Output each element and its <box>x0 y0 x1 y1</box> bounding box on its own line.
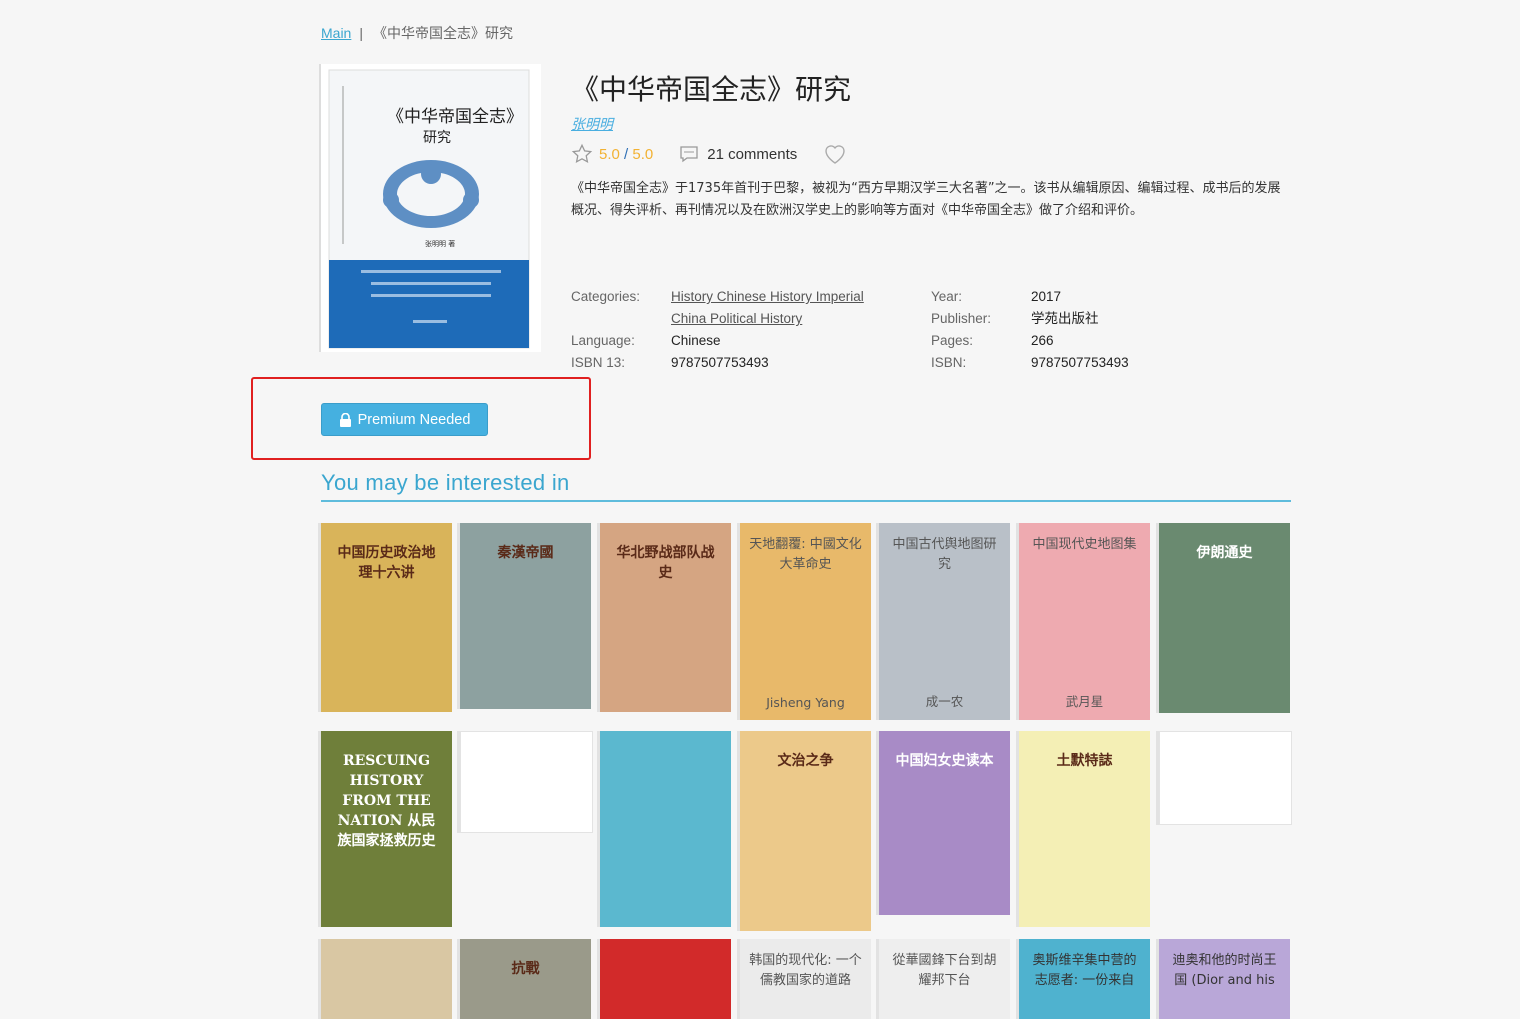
details-right: Year: 2017 Publisher: 学苑出版社 Pages: 266 I… <box>931 286 1129 374</box>
category-link-2[interactable]: China Political History <box>671 308 864 330</box>
category-link-1[interactable]: History Chinese History Imperial <box>671 286 864 308</box>
premium-needed-label: Premium Needed <box>357 411 471 428</box>
recommended-book-cover-text: 中国历史政治地理十六讲 <box>337 545 436 581</box>
recommended-book[interactable]: 中国妇女史读本 <box>879 731 1010 915</box>
book-cover[interactable]: 《中华帝国全志》 研究 张明明 著 <box>321 64 541 352</box>
book-title: 《中华帝国全志》研究 <box>571 73 852 106</box>
recommended-book[interactable]: 從華國鋒下台到胡耀邦下台 <box>879 939 1010 1019</box>
comments-count: 21 comments <box>707 145 798 163</box>
recommended-book-cover-text: 土默特誌 <box>1056 753 1113 769</box>
isbn13-value: 9787507753493 <box>671 355 769 370</box>
premium-needed-button[interactable]: Premium Needed <box>321 403 488 436</box>
categories-label: Categories: <box>571 289 641 304</box>
recommended-book[interactable] <box>600 939 731 1019</box>
svg-text:研究: 研究 <box>423 130 451 146</box>
recommended-book-author: 成一农 <box>925 694 964 709</box>
book-cover-art: 《中华帝国全志》 研究 张明明 著 <box>321 64 541 352</box>
recommended-book[interactable]: 秦漢帝國 <box>460 523 591 709</box>
interest-divider <box>321 500 1291 502</box>
recommended-book[interactable] <box>460 731 593 833</box>
recommended-book[interactable]: 中国现代史地图集 武月星 <box>1019 523 1150 720</box>
recommended-book-cover-text: 伊朗通史 <box>1196 545 1253 561</box>
svg-text:张明明 著: 张明明 著 <box>425 239 455 248</box>
rating-value: 5.0 / 5.0 <box>599 145 654 163</box>
star-icon[interactable] <box>571 143 593 165</box>
recommended-book[interactable]: 抗戰 <box>460 939 591 1019</box>
recommended-book[interactable]: 天地翻覆: 中國文化大革命史 Jisheng Yang <box>740 523 871 720</box>
lock-icon <box>339 412 351 427</box>
year-label: Year: <box>931 289 963 304</box>
recommended-book-title: 從華國鋒下台到胡耀邦下台 <box>892 953 997 988</box>
recommended-book-cover-text: 文治之争 <box>777 753 834 769</box>
breadcrumb: Main | 《中华帝国全志》研究 <box>321 23 513 43</box>
recommended-book[interactable]: 迪奥和他的时尚王国 (Dior and his <box>1159 939 1290 1019</box>
book-description: 《中华帝国全志》于1735年首刊于巴黎，被视为“西方早期汉学三大名著”之一。该书… <box>571 181 1281 218</box>
recommended-book-cover-text: RESCUING HISTORY FROM THE NATION 从民族国家拯救… <box>337 753 436 849</box>
isbn13-label: ISBN 13: <box>571 355 626 370</box>
svg-text:《中华帝国全志》: 《中华帝国全志》 <box>387 107 523 127</box>
details-left: Categories: History Chinese History Impe… <box>571 286 864 374</box>
breadcrumb-main-link[interactable]: Main <box>321 25 351 41</box>
recommended-book-author: 武月星 <box>1065 694 1104 709</box>
recommended-book[interactable]: RESCUING HISTORY FROM THE NATION 从民族国家拯救… <box>321 731 452 927</box>
recommended-book[interactable]: 中国历史政治地理十六讲 <box>321 523 452 712</box>
isbn-label: ISBN: <box>931 355 967 370</box>
recommended-book[interactable]: 奥斯维辛集中营的志愿者: 一份来自 <box>1019 939 1150 1019</box>
language-value: Chinese <box>671 333 721 348</box>
heart-icon[interactable] <box>823 143 847 165</box>
year-value: 2017 <box>1031 289 1062 304</box>
book-meta-row: 5.0 / 5.0 21 comments <box>571 142 847 166</box>
pages-value: 266 <box>1031 333 1054 348</box>
publisher-label: Publisher: <box>931 311 992 326</box>
recommended-book-title: 奥斯维辛集中营的志愿者: 一份来自 <box>1032 953 1137 988</box>
recommended-book-cover-text: 华北野战部队战史 <box>616 545 715 581</box>
recommended-book-title: 天地翻覆: 中國文化大革命史 <box>749 537 862 572</box>
language-label: Language: <box>571 333 635 348</box>
interest-heading: You may be interested in <box>321 470 570 495</box>
breadcrumb-current: 《中华帝国全志》研究 <box>373 25 513 41</box>
recommended-book-cover-text: 秦漢帝國 <box>497 545 554 561</box>
recommended-book-author: Jisheng Yang <box>766 695 845 710</box>
recommended-book-title: 中国现代史地图集 <box>1032 537 1137 552</box>
recommended-book-cover-text: 中国妇女史读本 <box>895 753 994 769</box>
recommended-book[interactable]: 文治之争 <box>740 731 871 931</box>
pages-label: Pages: <box>931 333 974 348</box>
publisher-value: 学苑出版社 <box>1031 311 1099 326</box>
recommended-book[interactable]: 中国古代舆地图研究成一农 <box>879 523 1010 720</box>
comment-icon <box>680 146 698 163</box>
recommended-book[interactable]: 伊朗通史 <box>1159 523 1290 713</box>
recommended-book-title: 中国古代舆地图研究 <box>892 537 997 572</box>
isbn-value: 9787507753493 <box>1031 355 1129 370</box>
recommended-book-cover-text: 抗戰 <box>511 961 540 977</box>
breadcrumb-separator: | <box>359 25 363 41</box>
recommended-book[interactable] <box>1159 731 1292 825</box>
recommended-book[interactable]: 韩国的现代化: 一个儒教国家的道路 <box>740 939 871 1019</box>
recommended-book-title: 韩国的现代化: 一个儒教国家的道路 <box>749 953 862 988</box>
recommended-book-title: 迪奥和他的时尚王国 (Dior and his <box>1172 953 1277 988</box>
recommended-book[interactable] <box>600 731 731 927</box>
recommended-book[interactable]: 华北野战部队战史 <box>600 523 731 712</box>
recommended-book[interactable] <box>321 939 452 1019</box>
book-author-link[interactable]: 张明明 <box>571 114 613 134</box>
comments-link[interactable]: 21 comments <box>679 145 797 163</box>
recommended-book[interactable]: 土默特誌 <box>1019 731 1150 927</box>
